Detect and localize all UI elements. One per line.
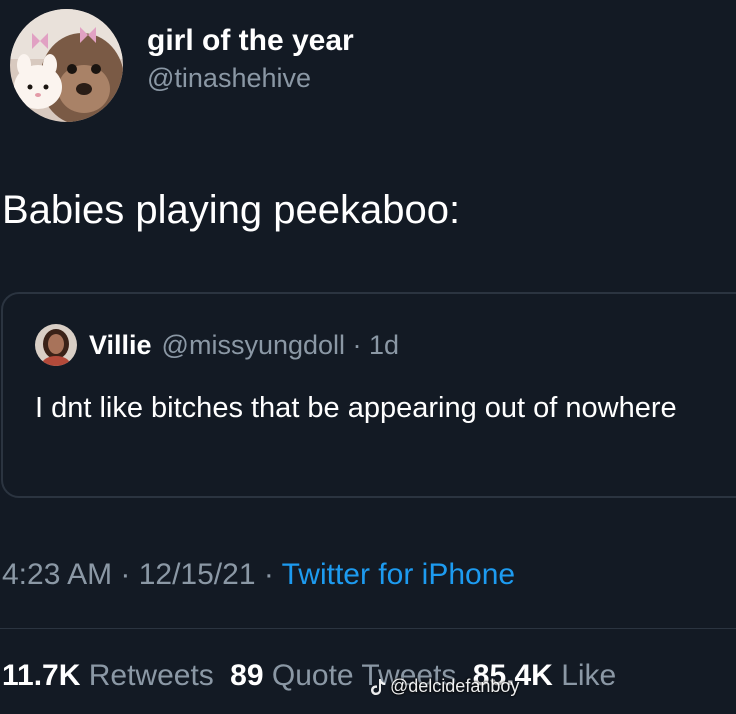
divider — [0, 628, 736, 629]
quoted-avatar-image — [35, 324, 77, 366]
tiktok-watermark: @delcidefanboy — [370, 676, 519, 697]
retweets-count: 11.7K — [2, 659, 81, 692]
watermark-text: @delcidefanboy — [390, 676, 520, 696]
author-avatar[interactable] — [10, 8, 123, 122]
quoted-author-name: Villie — [89, 329, 152, 360]
tweet-source[interactable]: Twitter for iPhone — [282, 558, 515, 591]
tweet-meta: 4:23 AM · 12/15/21 · Twitter for iPhone — [2, 555, 515, 595]
author-name[interactable]: girl of the year — [147, 23, 354, 59]
quoted-author-handle-time: @missyungdoll · 1d — [161, 329, 400, 360]
avatar-image — [10, 8, 123, 122]
author-info: girl of the year @tinashehive — [147, 23, 354, 95]
quoted-author-avatar — [35, 324, 77, 366]
tweet-text: Babies playing peekaboo: — [2, 188, 461, 232]
quoted-tweet[interactable]: Villie @missyungdoll · 1d I dnt like bit… — [1, 292, 736, 498]
tiktok-icon — [371, 678, 385, 695]
quote-tweets-count: 89 — [230, 659, 264, 692]
author-handle[interactable]: @tinashehive — [147, 61, 354, 95]
tweet-timestamp[interactable]: 4:23 AM · 12/15/21 · — [2, 558, 282, 591]
quoted-tweet-text: I dnt like bitches that be appearing out… — [35, 392, 677, 424]
tweet-stats: 11.7K Retweets 89 Quote Tweets 85.4K Lik… — [2, 656, 624, 696]
quoted-tweet-header: Villie @missyungdoll · 1d — [35, 324, 399, 366]
retweets-stat[interactable]: 11.7K Retweets — [2, 659, 218, 692]
retweets-label: Retweets — [88, 659, 214, 692]
tweet-header: girl of the year @tinashehive — [10, 5, 354, 125]
tweet-screenshot: girl of the year @tinashehive Babies pla… — [0, 0, 736, 714]
likes-label: Like — [561, 659, 617, 692]
